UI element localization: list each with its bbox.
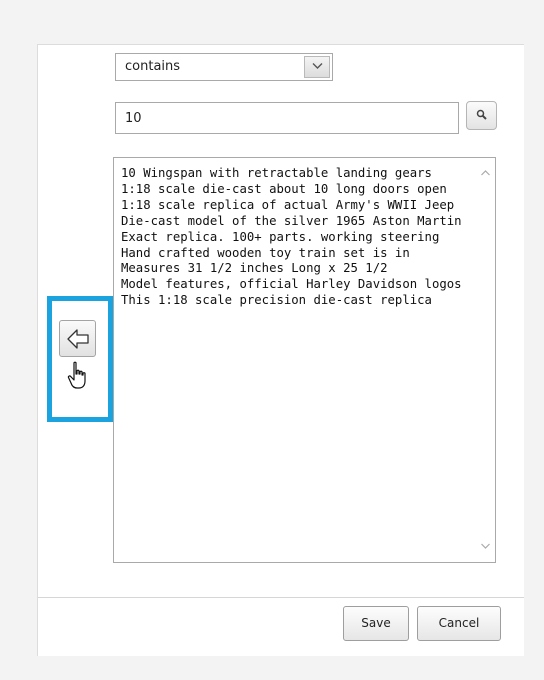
hand-cursor-icon (67, 361, 86, 389)
list-item[interactable]: Measures 31 1/2 inches Long x 25 1/2 (121, 261, 474, 277)
move-button-highlight (47, 296, 113, 422)
search-icon (476, 109, 487, 120)
arrow-left-icon (67, 329, 89, 349)
chevron-down-icon (312, 63, 323, 69)
list-item[interactable]: Hand crafted wooden toy train set is in (121, 246, 474, 262)
cancel-button[interactable]: Cancel (417, 606, 501, 641)
list-item[interactable]: 1:18 scale replica of actual Army's WWII… (121, 198, 474, 214)
save-button[interactable]: Save (343, 606, 409, 641)
values-listbox[interactable]: 10 Wingspan with retractable landing gea… (113, 157, 496, 563)
scroll-down-icon[interactable] (481, 543, 490, 549)
filter-panel: contains 10 Wingspan with retractable la… (37, 44, 524, 656)
list-item[interactable]: Exact replica. 100+ parts. working steer… (121, 230, 474, 246)
move-left-button[interactable] (59, 320, 96, 357)
list-items: 10 Wingspan with retractable landing gea… (121, 166, 474, 309)
search-button[interactable] (466, 101, 497, 130)
list-item[interactable]: This 1:18 scale precision die-cast repli… (121, 293, 474, 309)
operator-select-value: contains (125, 59, 181, 74)
list-item[interactable]: Model features, official Harley Davidson… (121, 277, 474, 293)
list-item[interactable]: 10 Wingspan with retractable landing gea… (121, 166, 474, 182)
operator-select[interactable]: contains (115, 53, 333, 81)
scroll-up-icon[interactable] (481, 170, 490, 176)
dropdown-arrow[interactable] (304, 56, 330, 78)
list-item[interactable]: 1:18 scale die-cast about 10 long doors … (121, 182, 474, 198)
listbox-scrollbar[interactable] (476, 158, 495, 562)
search-input[interactable] (115, 102, 459, 134)
list-item[interactable]: Die-cast model of the silver 1965 Aston … (121, 214, 474, 230)
footer-divider (38, 597, 524, 598)
